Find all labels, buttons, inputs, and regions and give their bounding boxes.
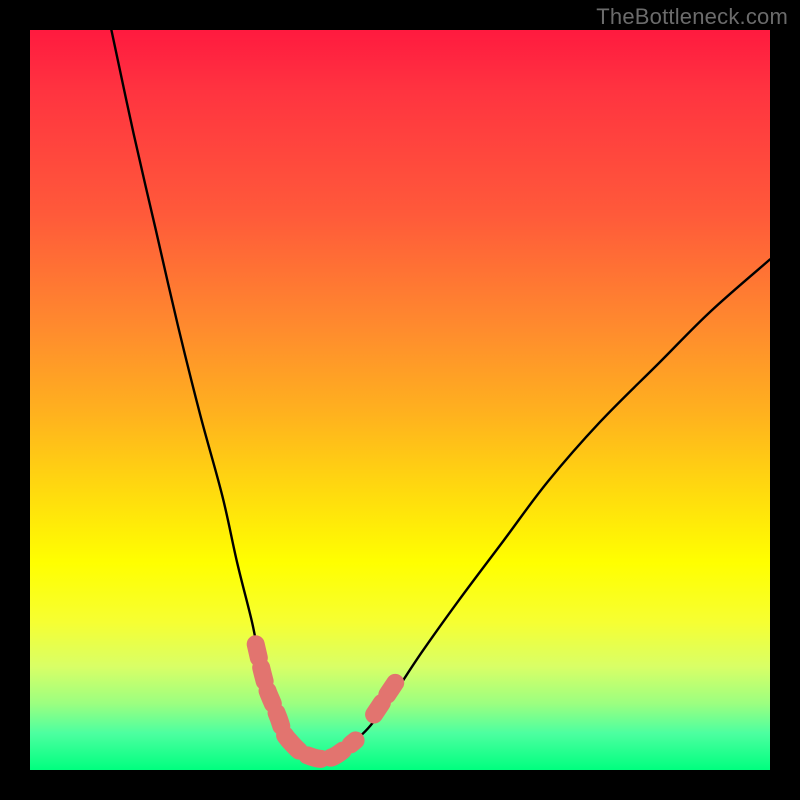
- right-salmon-segment: [374, 681, 396, 714]
- bottleneck-curve: [111, 30, 770, 759]
- watermark-text: TheBottleneck.com: [596, 4, 788, 30]
- valley-salmon-segment: [289, 740, 356, 759]
- curve-layer: [30, 30, 770, 770]
- main-curve: [111, 30, 770, 759]
- highlight-segments: [256, 644, 397, 759]
- chart-frame: TheBottleneck.com: [0, 0, 800, 800]
- plot-area: [30, 30, 770, 770]
- left-salmon-segment: [256, 644, 289, 740]
